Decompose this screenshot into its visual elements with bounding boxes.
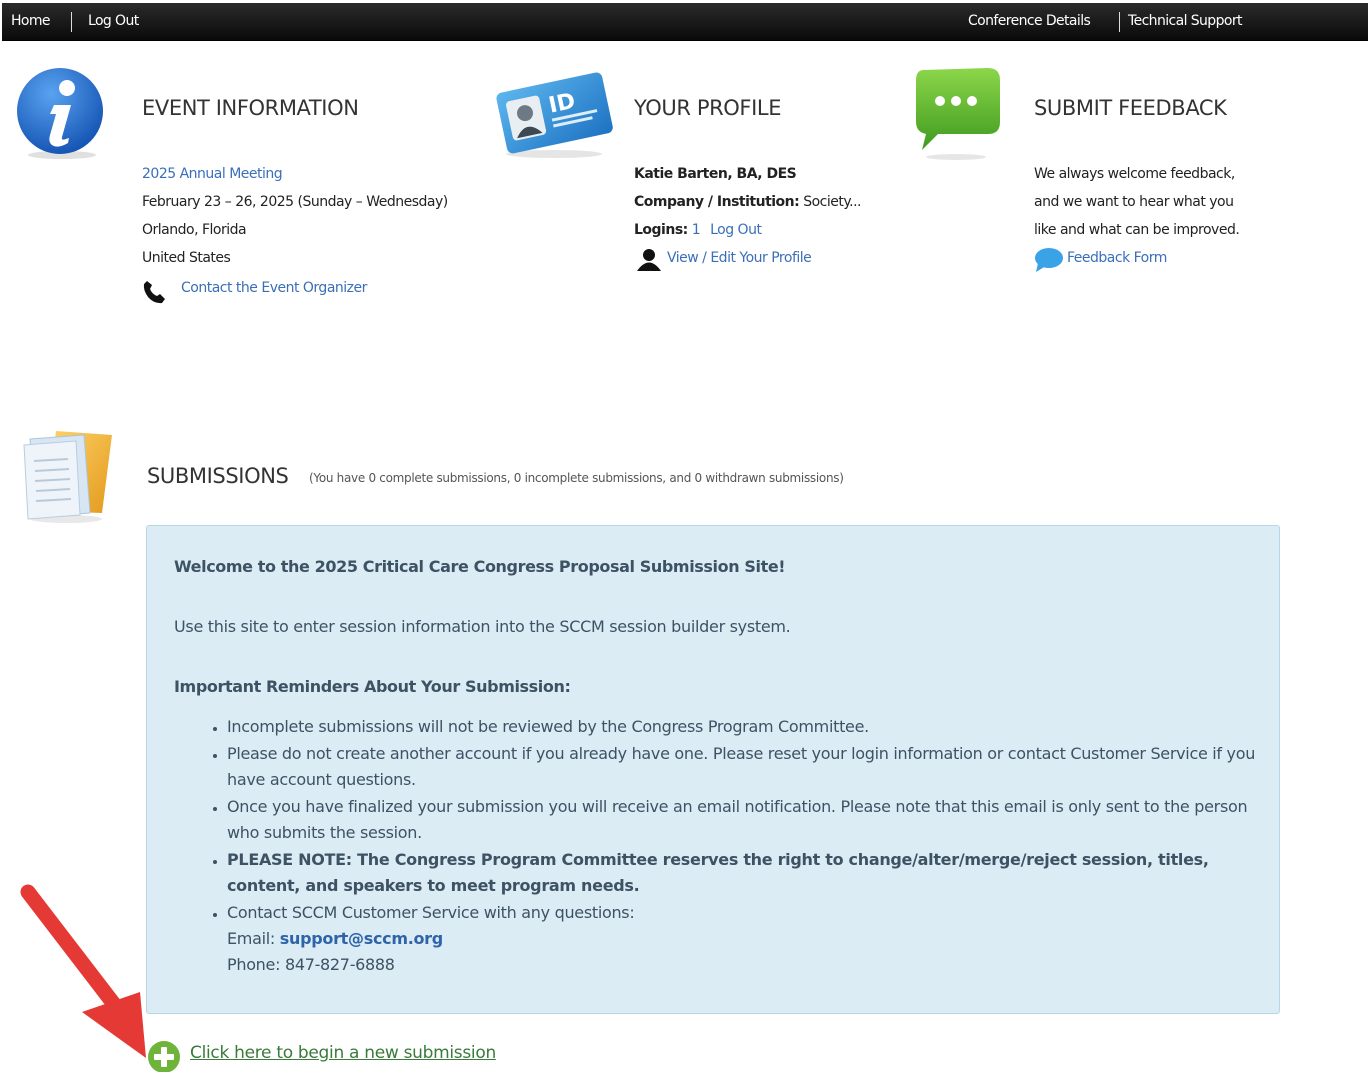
profile-logins-row: Logins: 1 Log Out xyxy=(634,222,762,238)
feedback-form-link[interactable]: Feedback Form xyxy=(1067,250,1167,266)
nav-logout-link[interactable]: Log Out xyxy=(88,13,139,29)
welcome-message: Welcome to the 2025 Critical Care Congre… xyxy=(174,557,786,576)
event-dates: February 23 – 26, 2025 (Sunday – Wednesd… xyxy=(142,194,448,210)
nav-divider xyxy=(71,12,72,32)
new-submission-link[interactable]: Click here to begin a new submission xyxy=(190,1043,496,1063)
contact-organizer-link[interactable]: Contact the Event Organizer xyxy=(181,280,367,296)
annotation-arrow xyxy=(14,880,164,1069)
profile-name: Katie Barten, BA, DES xyxy=(634,166,797,182)
user-icon xyxy=(636,248,662,276)
reminder-item: Please do not create another account if … xyxy=(227,741,1267,793)
contact-service-text: Contact SCCM Customer Service with any q… xyxy=(227,903,635,922)
speech-bubble-icon xyxy=(1034,247,1064,277)
nav-divider xyxy=(1119,12,1120,32)
support-phone: Phone: 847-827-6888 xyxy=(227,955,395,974)
feedback-text-line: like and what can be improved. xyxy=(1034,222,1240,238)
folder-documents-icon xyxy=(18,425,118,529)
event-country: United States xyxy=(142,250,231,266)
event-info-heading: EVENT INFORMATION xyxy=(142,96,359,120)
reminder-item: Contact SCCM Customer Service with any q… xyxy=(227,900,1267,978)
profile-heading: YOUR PROFILE xyxy=(634,96,782,120)
reminder-item: Once you have finalized your submission … xyxy=(227,794,1267,846)
nav-conference-details-link[interactable]: Conference Details xyxy=(968,13,1091,29)
company-value: Society... xyxy=(803,194,861,210)
phone-icon xyxy=(142,279,168,309)
reminder-item: Incomplete submissions will not be revie… xyxy=(227,714,1267,740)
profile-company-row: Company / Institution: Society... xyxy=(634,194,861,210)
logins-count: 1 xyxy=(691,222,701,238)
feedback-heading: SUBMIT FEEDBACK xyxy=(1034,96,1227,120)
submissions-summary: (You have 0 complete submissions, 0 inco… xyxy=(309,471,844,485)
info-icon xyxy=(14,65,110,165)
id-card-icon: ID xyxy=(492,60,616,164)
reminders-list: Incomplete submissions will not be revie… xyxy=(227,714,1267,979)
submission-info-panel: Welcome to the 2025 Critical Care Congre… xyxy=(146,525,1280,1014)
feedback-text-line: and we want to hear what you xyxy=(1034,194,1234,210)
top-nav-bar: Home Log Out Conference Details Technica… xyxy=(2,3,1368,41)
company-label: Company / Institution: xyxy=(634,194,800,210)
profile-logout-link[interactable]: Log Out xyxy=(710,222,762,238)
reminders-title: Important Reminders About Your Submissio… xyxy=(174,677,571,696)
add-circle-icon[interactable] xyxy=(147,1040,181,1072)
feedback-text-line: We always welcome feedback, xyxy=(1034,166,1235,182)
reminder-item: PLEASE NOTE: The Congress Program Commit… xyxy=(227,847,1267,899)
chat-bubble-icon xyxy=(910,64,1006,166)
nav-technical-support-link[interactable]: Technical Support xyxy=(1128,13,1242,29)
annual-meeting-link[interactable]: 2025 Annual Meeting xyxy=(142,166,283,182)
nav-home-link[interactable]: Home xyxy=(11,13,51,29)
email-label: Email: xyxy=(227,929,275,948)
edit-profile-link[interactable]: View / Edit Your Profile xyxy=(667,250,812,266)
submissions-heading: SUBMISSIONS xyxy=(147,464,289,488)
logins-label: Logins: xyxy=(634,222,688,238)
event-city: Orlando, Florida xyxy=(142,222,247,238)
support-email-link[interactable]: support@sccm.org xyxy=(280,929,443,948)
intro-text: Use this site to enter session informati… xyxy=(174,617,791,636)
